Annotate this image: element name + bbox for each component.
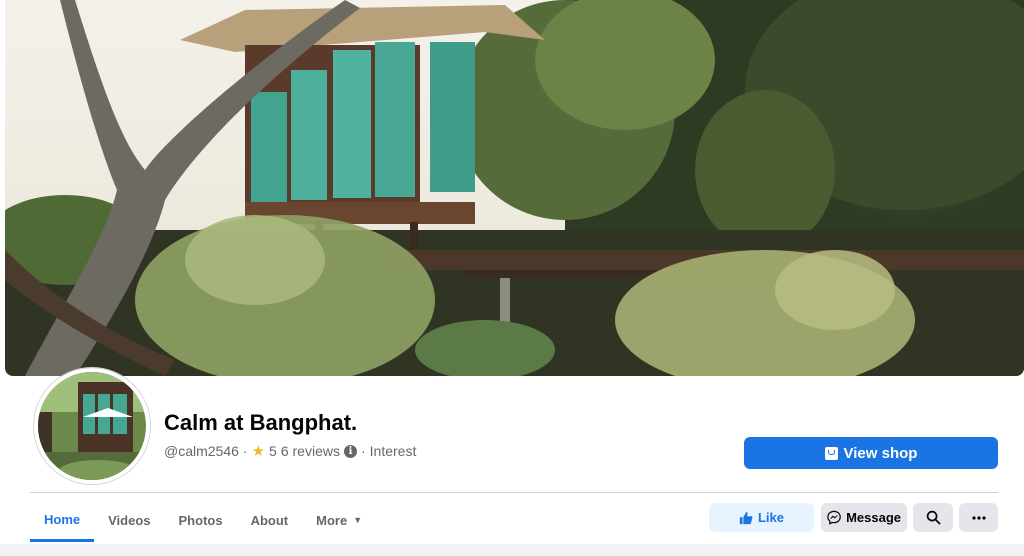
profile-picture[interactable] [34,368,150,484]
page-handle: @calm2546 [164,443,239,459]
ellipsis-icon [971,515,986,520]
page-bottom-strip [0,544,1024,556]
tab-more-label: More [316,512,348,528]
star-icon: ★ [251,443,266,460]
search-icon [926,510,940,525]
profile-picture-image [38,372,146,480]
tab-home[interactable]: Home [30,500,95,542]
rating-value: 5 [269,443,277,459]
meta-separator: · [242,443,248,459]
reviews-link[interactable]: 6 reviews [281,443,340,459]
view-shop-label: View shop [843,444,918,462]
page-category: Interest [369,443,417,459]
like-label: Like [757,510,784,525]
page-tabs: Home Videos Photos About More ▼ [30,500,376,542]
cover-photo-image [5,0,1024,376]
tab-about[interactable]: About [237,500,303,540]
tab-about-label: About [250,512,289,528]
page-meta: @calm2546 · ★ 5 6 reviews i · Interest [164,442,416,460]
tab-videos[interactable]: Videos [94,500,164,540]
cover-photo[interactable] [5,0,1024,376]
info-icon[interactable]: i [343,444,357,458]
tab-photos-label: Photos [178,512,223,528]
messenger-icon [827,510,841,525]
message-label: Message [846,510,901,525]
search-button[interactable] [913,503,953,532]
tab-photos[interactable]: Photos [165,500,237,540]
thumbs-up-icon [739,511,753,524]
shop-icon [824,446,838,460]
message-button[interactable]: Message [821,503,907,532]
more-options-button[interactable] [959,503,998,532]
profile-divider [30,492,998,493]
tab-more[interactable]: More ▼ [302,500,376,540]
view-shop-button[interactable]: View shop [744,437,998,469]
page-title: Calm at Bangphat. [164,410,358,435]
caret-down-icon: ▼ [353,515,363,525]
tab-home-label: Home [44,512,81,527]
tab-videos-label: Videos [108,512,151,528]
meta-separator-2: · [360,443,366,459]
like-button[interactable]: Like [709,503,814,532]
